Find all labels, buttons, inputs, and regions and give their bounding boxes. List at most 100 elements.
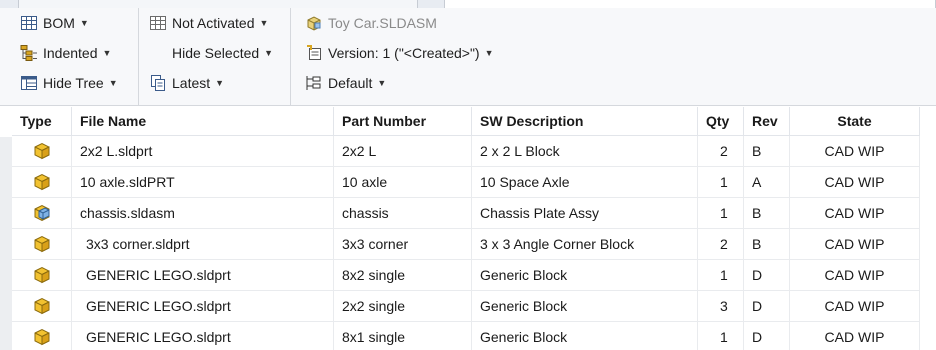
assembly-icon [305, 14, 323, 32]
part-number-cell: 8x2 single [334, 260, 472, 290]
bom-label: BOM [43, 15, 75, 31]
indented-label: Indented [43, 45, 98, 61]
row-type-cell [12, 291, 72, 321]
copy-pages-icon [149, 74, 167, 92]
column-header-type[interactable]: Type [12, 107, 72, 135]
description-cell: Chassis Plate Assy [472, 198, 698, 228]
part-number-cell: 2x2 single [334, 291, 472, 321]
rev-cell: B [744, 229, 790, 259]
rev-cell: D [744, 322, 790, 350]
file-name-cell: GENERIC LEGO.sldprt [72, 260, 334, 290]
table-row[interactable]: GENERIC LEGO.sldprt 2x2 single Generic Blo… [12, 291, 920, 322]
active-tab[interactable] [444, 0, 936, 8]
description-cell: Generic Block [472, 322, 698, 350]
state-cell: CAD WIP [790, 198, 920, 228]
qty-cell: 2 [698, 136, 744, 166]
configuration-icon [305, 74, 323, 92]
part-icon [31, 326, 53, 348]
chevron-down-icon: ▼ [79, 18, 89, 28]
part-icon [31, 171, 53, 193]
document-tab[interactable] [18, 0, 418, 8]
bom-dropdown[interactable]: BOM ▼ [20, 12, 89, 34]
row-type-cell [12, 198, 72, 228]
file-name-display: Toy Car.SLDASM [305, 12, 437, 34]
configuration-dropdown[interactable]: Default ▼ [305, 72, 386, 94]
rev-cell: D [744, 291, 790, 321]
configuration-label: Default [328, 75, 373, 91]
qty-cell: 2 [698, 229, 744, 259]
hide-selected-dropdown[interactable]: Hide Selected ▼ [172, 42, 273, 64]
table-row[interactable]: chassis.sldasm chassis Chassis Plate Assy 1… [12, 198, 920, 229]
part-number-cell: 8x1 single [334, 322, 472, 350]
part-number-cell: 3x3 corner [334, 229, 472, 259]
state-cell: CAD WIP [790, 136, 920, 166]
state-cell: CAD WIP [790, 260, 920, 290]
indented-dropdown[interactable]: Indented ▼ [20, 42, 111, 64]
table-row[interactable]: 10 axle.sldPRT 10 axle 10 Space Axle 1 A CAD … [12, 167, 920, 198]
table-row[interactable]: GENERIC LEGO.sldprt 8x1 single Generic Blo… [12, 322, 920, 350]
not-activated-label: Not Activated [172, 15, 255, 31]
qty-cell: 1 [698, 167, 744, 197]
column-header-file-name[interactable]: File Name [72, 107, 334, 135]
part-icon [31, 264, 53, 286]
description-cell: 2 x 2 L Block [472, 136, 698, 166]
latest-label: Latest [172, 75, 211, 91]
state-cell: CAD WIP [790, 322, 920, 350]
version-label: Version: 1 ("<Created>") [328, 45, 480, 61]
table-row[interactable]: 3x3 corner.sldprt 3x3 corner 3 x 3 Angle C… [12, 229, 920, 260]
bom-toolbar: BOM ▼ Indented ▼ Hide Tree ▼ Not Activat… [0, 8, 936, 106]
qty-cell: 1 [698, 198, 744, 228]
file-name-cell: GENERIC LEGO.sldprt [72, 322, 334, 350]
part-icon [31, 295, 53, 317]
rev-cell: A [744, 167, 790, 197]
row-selector-gutter [0, 137, 12, 350]
column-header-sw-description[interactable]: SW Description [472, 107, 698, 135]
not-activated-dropdown[interactable]: Not Activated ▼ [149, 12, 268, 34]
column-header-part-number[interactable]: Part Number [334, 107, 472, 135]
tree-table-icon [20, 74, 38, 92]
latest-dropdown[interactable]: Latest ▼ [149, 72, 224, 94]
part-number-cell: chassis [334, 198, 472, 228]
table-header: Type File Name Part Number SW Descriptio… [12, 107, 920, 136]
table-icon [20, 14, 38, 32]
toolbar-group-filter: Not Activated ▼ Hide Selected ▼ Latest ▼ [138, 8, 290, 106]
hide-selected-label: Hide Selected [172, 45, 260, 61]
tab-strip [0, 0, 936, 8]
file-name-cell: 10 axle.sldPRT [72, 167, 334, 197]
description-cell: Generic Block [472, 260, 698, 290]
chevron-down-icon: ▼ [377, 78, 387, 88]
chevron-down-icon: ▼ [264, 48, 274, 58]
file-name-cell: 2x2 L.sldprt [72, 136, 334, 166]
row-type-cell [12, 260, 72, 290]
assembly-icon [31, 202, 53, 224]
file-name-cell: chassis.sldasm [72, 198, 334, 228]
state-cell: CAD WIP [790, 291, 920, 321]
column-header-state[interactable]: State [790, 107, 920, 135]
toolbar-group-view: BOM ▼ Indented ▼ Hide Tree ▼ [0, 8, 138, 106]
qty-cell: 1 [698, 260, 744, 290]
row-type-cell [12, 167, 72, 197]
qty-cell: 3 [698, 291, 744, 321]
grid-icon [149, 14, 167, 32]
column-header-qty[interactable]: Qty [698, 107, 744, 135]
part-number-cell: 10 axle [334, 167, 472, 197]
hide-tree-dropdown[interactable]: Hide Tree ▼ [20, 72, 118, 94]
description-cell: 10 Space Axle [472, 167, 698, 197]
rev-cell: B [744, 198, 790, 228]
chevron-down-icon: ▼ [215, 78, 225, 88]
state-cell: CAD WIP [790, 229, 920, 259]
rev-cell: B [744, 136, 790, 166]
version-dropdown[interactable]: Version: 1 ("<Created>") ▼ [305, 42, 494, 64]
chevron-down-icon: ▼ [108, 78, 118, 88]
table-row[interactable]: 2x2 L.sldprt 2x2 L2 x 2 L Block 2 B CAD WIP [12, 136, 920, 167]
hide-tree-label: Hide Tree [43, 75, 104, 91]
part-icon [31, 233, 53, 255]
part-icon [31, 140, 53, 162]
column-header-rev[interactable]: Rev [744, 107, 790, 135]
state-cell: CAD WIP [790, 167, 920, 197]
chevron-down-icon: ▼ [484, 48, 494, 58]
bom-table: Type File Name Part Number SW Descriptio… [12, 107, 920, 350]
table-row[interactable]: GENERIC LEGO.sldprt 8x2 single Generic Blo… [12, 260, 920, 291]
description-cell: 3 x 3 Angle Corner Block [472, 229, 698, 259]
toolbar-group-file: Toy Car.SLDASM Version: 1 ("<Created>") … [290, 8, 936, 106]
